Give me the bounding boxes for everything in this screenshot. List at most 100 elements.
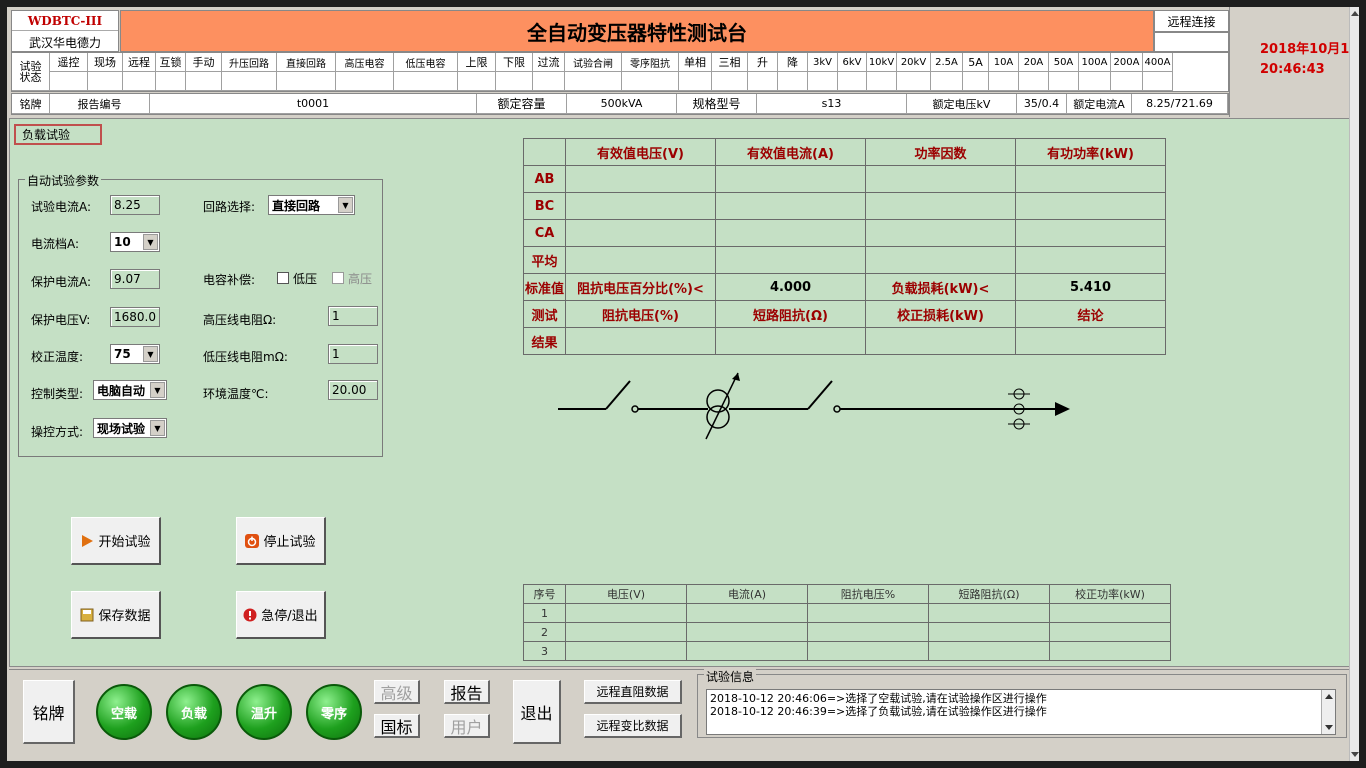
stop-test-button[interactable]: 停止试验 (236, 517, 326, 565)
row-label: CA (523, 219, 566, 247)
user-button[interactable]: 用户 (444, 714, 490, 738)
col-corrected-power: 校正功率(kW) (1049, 584, 1171, 604)
exit-button[interactable]: 退出 (513, 680, 561, 744)
load-button[interactable]: 负载 (166, 684, 222, 740)
play-icon (82, 534, 94, 547)
status-indicator (808, 72, 838, 91)
app-window: WDBTC-III 武汉华电德力 全自动变压器特性测试台 远程连接 2018年1… (7, 7, 1359, 761)
col-short-circuit: 短路阻抗(Ω) (928, 584, 1050, 604)
standard-row: 标准值 阻抗电压百分比(%)< 4.000 负载损耗(kW)< 5.410 (523, 273, 1166, 301)
test-header-row: 测试 阻抗电压(%) 短路阻抗(Ω) 校正损耗(kW) 结论 (523, 300, 1166, 328)
current-range-select[interactable]: 10 ▼ (110, 232, 160, 252)
status-label-9: 上限 (458, 53, 496, 72)
status-indicator (336, 72, 394, 91)
start-test-button[interactable]: 开始试验 (71, 517, 161, 565)
advanced-button[interactable]: 高级 (374, 680, 420, 704)
lv-resistance-input[interactable]: 1 (328, 344, 378, 364)
params-title: 自动试验参数 (25, 172, 102, 189)
row-label: BC (523, 192, 566, 220)
status-indicator (123, 72, 156, 91)
status-indicator (533, 72, 565, 91)
report-button[interactable]: 报告 (444, 680, 490, 704)
status-indicator (222, 72, 277, 91)
remote-status-cell (1154, 32, 1229, 52)
cap-comp-label: 电容补偿: (203, 273, 256, 287)
correct-temp-value: 75 (114, 347, 131, 361)
log-textarea[interactable]: 2018-10-12 20:46:06=>选择了空载试验,请在试验操作区进行操作… (706, 689, 1336, 735)
status-indicator (931, 72, 963, 91)
load-loss-label: 负载损耗(kW)< (865, 273, 1016, 301)
status-label-13: 零序阻抗 (622, 53, 679, 72)
no-load-button[interactable]: 空载 (96, 684, 152, 740)
status-indicator (458, 72, 496, 91)
test-info-group: 试验信息 2018-10-12 20:46:06=>选择了空载试验,请在试验操作… (697, 668, 1347, 738)
main-panel: 负载试验 自动试验参数 试验电流A: 8.25 回路选择: 直接回路 ▼ 电流档A… (9, 118, 1357, 667)
data-table-header: 序号 电压(V) 电流(A) 阻抗电压% 短路阻抗(Ω) 校正功率(kW) (523, 584, 1171, 604)
status-indicator (622, 72, 679, 91)
result-label: 结果 (523, 327, 566, 355)
remote-connect-button[interactable]: 远程连接 (1154, 10, 1229, 32)
status-indicator (1143, 72, 1173, 91)
low-voltage-label: 低压 (293, 272, 318, 286)
datetime-panel: 2018年10月12日 20:46:43 (1229, 7, 1359, 117)
scroll-arrows-icon (1325, 694, 1333, 730)
status-indicator (679, 72, 712, 91)
save-data-button[interactable]: 保存数据 (71, 591, 161, 639)
status-indicator (963, 72, 989, 91)
status-label-4: 手动 (186, 53, 222, 72)
high-voltage-checkbox[interactable] (332, 272, 344, 284)
circuit-value: 直接回路 (272, 198, 321, 213)
test-current-input[interactable]: 8.25 (110, 195, 160, 215)
status-label-6: 直接回路 (277, 53, 336, 72)
status-label-7: 高压电容 (336, 53, 394, 72)
remote-dc-data-button[interactable]: 远程直阻数据 (584, 680, 682, 704)
hv-resistance-input[interactable]: 1 (328, 306, 378, 326)
high-voltage-label: 高压 (348, 272, 373, 286)
status-indicator (394, 72, 458, 91)
test-header-short-circuit: 短路阻抗(Ω) (715, 300, 866, 328)
circuit-select[interactable]: 直接回路 ▼ (268, 195, 355, 215)
ambient-temp-input[interactable]: 20.00 (328, 380, 378, 400)
test-header-impedance: 阻抗电压(%) (565, 300, 716, 328)
scroll-arrows-icon (1351, 11, 1359, 757)
log-scrollbar[interactable] (1321, 690, 1335, 734)
correct-temp-label: 校正温度: (31, 350, 84, 364)
status-label-22: 2.5A (931, 53, 963, 72)
hv-resistance-label: 高压线电阻Ω: (203, 313, 277, 327)
status-label-28: 200A (1111, 53, 1143, 72)
circuit-label: 回路选择: (203, 200, 256, 214)
table-row: 3 (523, 641, 1171, 661)
remote-ratio-data-button[interactable]: 远程变比数据 (584, 714, 682, 738)
status-indicator (712, 72, 748, 91)
low-voltage-checkbox[interactable] (277, 272, 289, 284)
window-scrollbar[interactable] (1349, 7, 1359, 761)
brand-model: WDBTC-III (12, 11, 118, 31)
nameplate-button[interactable]: 铭牌 (23, 680, 75, 744)
status-label-8: 低压电容 (394, 53, 458, 72)
std-label: 标准值 (523, 273, 566, 301)
protect-current-input[interactable]: 9.07 (110, 269, 160, 289)
control-type-label: 控制类型: (31, 387, 84, 401)
emergency-stop-button[interactable]: 急停/退出 (236, 591, 326, 639)
chevron-down-icon: ▼ (338, 197, 353, 213)
current-range-value: 10 (114, 235, 131, 249)
test-status-label: 试验状态 (12, 53, 50, 91)
status-indicator (277, 72, 336, 91)
zero-seq-button[interactable]: 零序 (306, 684, 362, 740)
test-header-corrected-loss: 校正损耗(kW) (865, 300, 1016, 328)
save-icon (80, 608, 94, 621)
national-std-button[interactable]: 国标 (374, 714, 420, 738)
status-indicator (989, 72, 1019, 91)
header-active-power: 有功功率(kW) (1015, 138, 1166, 166)
control-type-select[interactable]: 电脑自动 ▼ (93, 380, 167, 400)
protect-voltage-input[interactable]: 1680.0 (110, 307, 160, 327)
status-label-24: 10A (989, 53, 1019, 72)
correct-temp-select[interactable]: 75 ▼ (110, 344, 160, 364)
nameplate-label: 铭牌 (12, 94, 50, 114)
temp-rise-button[interactable]: 温升 (236, 684, 292, 740)
section-title: 负载试验 (14, 124, 102, 145)
impedance-pct-label: 阻抗电压百分比(%)< (565, 273, 716, 301)
status-label-14: 单相 (679, 53, 712, 72)
operation-mode-select[interactable]: 现场试验 ▼ (93, 418, 167, 438)
company-name: 武汉华电德力 (28, 35, 101, 50)
